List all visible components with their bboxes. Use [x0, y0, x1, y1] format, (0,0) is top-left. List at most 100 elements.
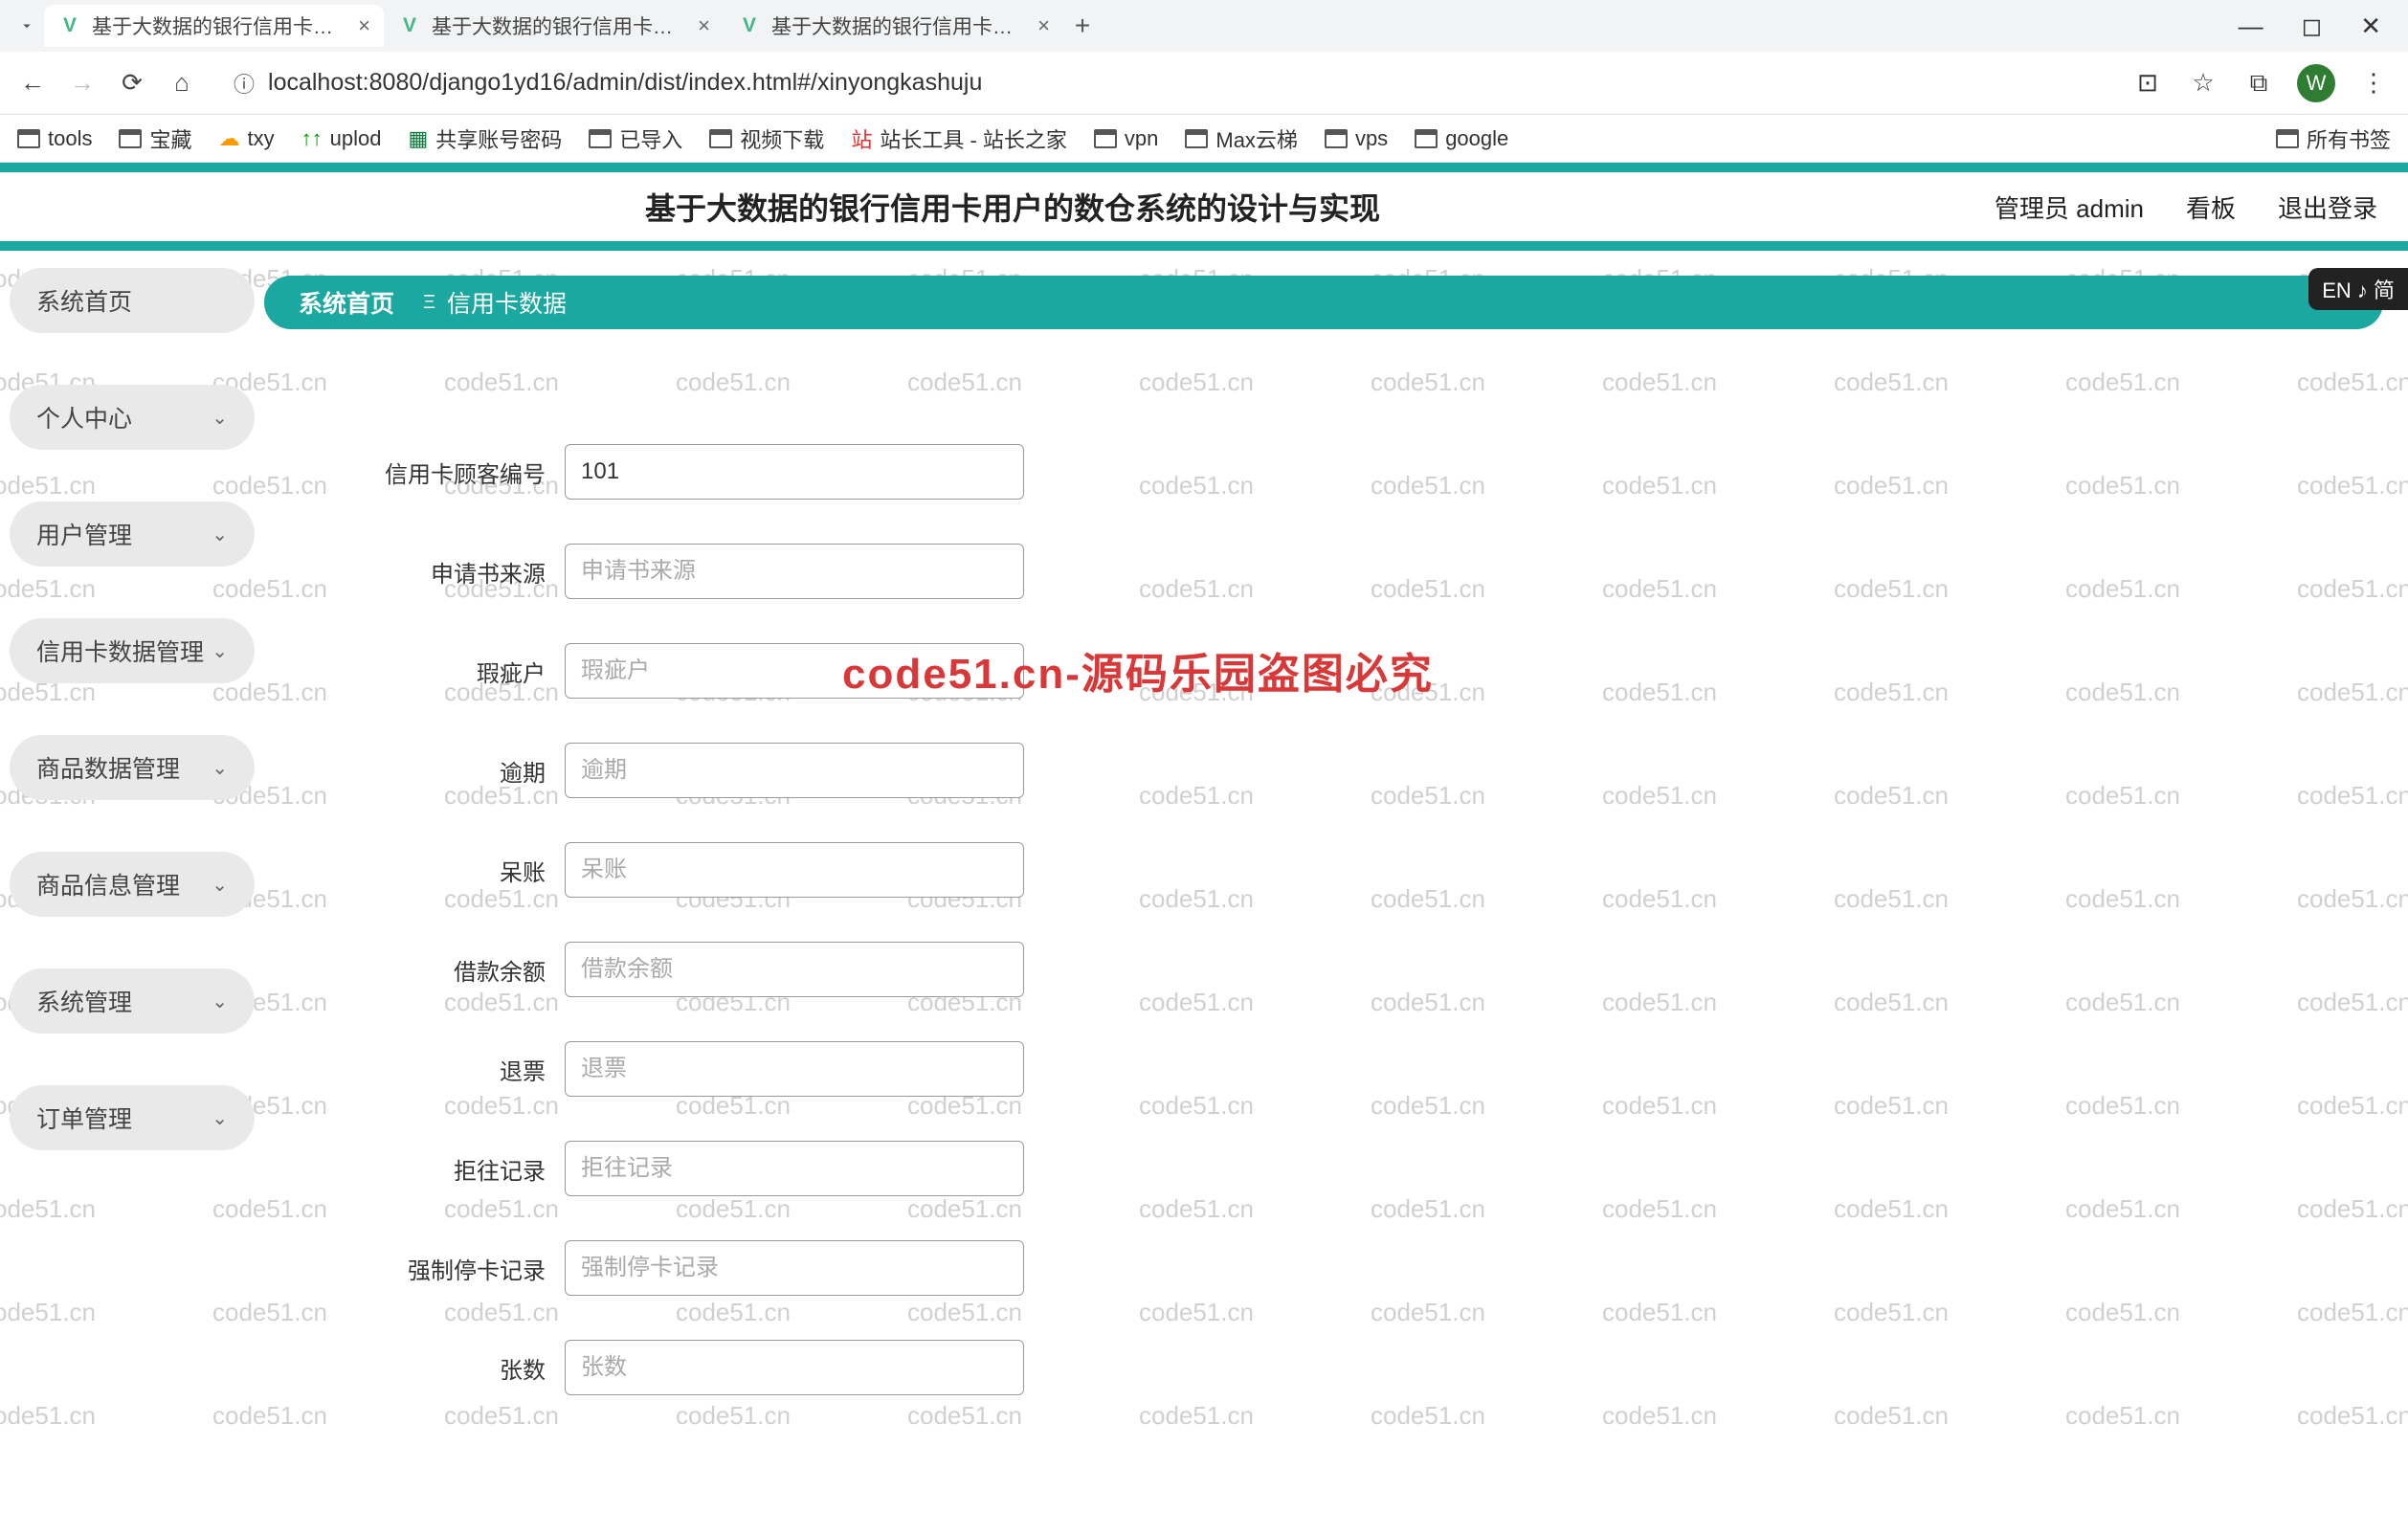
- maximize-icon[interactable]: ◻: [2302, 11, 2323, 41]
- overdue-input[interactable]: [565, 743, 1024, 798]
- customer-id-input[interactable]: [565, 444, 1024, 500]
- close-icon[interactable]: ×: [698, 13, 710, 38]
- forward-button[interactable]: →: [67, 68, 98, 99]
- bad-debt-input[interactable]: [565, 842, 1024, 898]
- back-button[interactable]: ←: [17, 68, 48, 99]
- star-icon[interactable]: ☆: [2186, 66, 2220, 100]
- bookmark-tools[interactable]: tools: [17, 126, 92, 151]
- defect-input[interactable]: [565, 643, 1024, 699]
- sidebar-item-label: 信用卡数据管理: [36, 634, 204, 668]
- vue-icon: V: [397, 13, 422, 38]
- sidebar-item-orders[interactable]: 订单管理 ⌄: [10, 1085, 255, 1150]
- admin-label[interactable]: 管理员 admin: [1995, 189, 2144, 225]
- bookmark-vps[interactable]: vps: [1325, 126, 1388, 151]
- browser-tabs: V 基于大数据的银行信用卡用户的 × V 基于大数据的银行信用卡用户的 × V …: [44, 0, 2239, 52]
- chevron-down-icon: ⌄: [212, 639, 228, 663]
- chevron-down-icon: ⌄: [212, 406, 228, 430]
- close-icon[interactable]: ×: [358, 13, 370, 38]
- bookmark-imported[interactable]: 已导入: [589, 123, 682, 154]
- upload-icon: ↑↑: [301, 126, 323, 151]
- reload-button[interactable]: ⟳: [117, 68, 147, 99]
- url-bar[interactable]: ⓘ localhost:8080/django1yd16/admin/dist/…: [216, 61, 2111, 105]
- sidebar-item-users[interactable]: 用户管理 ⌄: [10, 501, 255, 567]
- vue-icon: V: [737, 13, 762, 38]
- tab-search-dropdown[interactable]: [10, 17, 44, 34]
- url-text: localhost:8080/django1yd16/admin/dist/in…: [268, 69, 982, 97]
- main-wrap: 系统首页 个人中心 ⌄ 用户管理 ⌄ 信用卡数据管理 ⌄ 商品数据管理 ⌄ 商品…: [0, 251, 2408, 1439]
- folder-icon: [1094, 129, 1117, 148]
- bookmark-uplod[interactable]: ↑↑uplod: [301, 126, 382, 151]
- sidebar-item-label: 系统首页: [36, 283, 132, 318]
- browser-tab-2[interactable]: V 基于大数据的银行信用卡用户的 ×: [724, 5, 1063, 47]
- form-row-customer-id: 信用卡顾客编号: [264, 444, 2383, 500]
- bookmark-baozang[interactable]: 宝藏: [119, 123, 191, 154]
- form-row-source: 申请书来源: [264, 544, 2383, 599]
- close-window-icon[interactable]: ✕: [2360, 11, 2381, 41]
- field-label: 强制停卡记录: [264, 1252, 565, 1285]
- window-controls: — ◻ ✕: [2239, 11, 2381, 41]
- folder-icon: [589, 129, 612, 148]
- vue-icon: V: [57, 13, 82, 38]
- sidebar-item-product-info[interactable]: 商品信息管理 ⌄: [10, 852, 255, 917]
- bookmark-video[interactable]: 视频下载: [709, 123, 824, 154]
- bounce-input[interactable]: [565, 1041, 1024, 1097]
- force-stop-input[interactable]: [565, 1240, 1024, 1296]
- menu-icon[interactable]: ⋮: [2356, 66, 2391, 100]
- bookmark-shared[interactable]: ▦共享账号密码: [408, 123, 562, 154]
- avatar[interactable]: W: [2297, 64, 2335, 102]
- chevron-down-icon: ⌄: [212, 873, 228, 897]
- sidebar-item-product-data[interactable]: 商品数据管理 ⌄: [10, 735, 255, 800]
- folder-icon: [709, 129, 732, 148]
- sheet-icon: ▦: [408, 126, 428, 151]
- sidebar-item-credit-card[interactable]: 信用卡数据管理 ⌄: [10, 618, 255, 683]
- breadcrumb-separator-icon: Ξ: [423, 292, 435, 314]
- form-row-defect: 瑕疵户: [264, 643, 2383, 699]
- field-label: 退票: [264, 1053, 565, 1086]
- sidebar-item-profile[interactable]: 个人中心 ⌄: [10, 385, 255, 450]
- sidebar-item-system[interactable]: 系统管理 ⌄: [10, 968, 255, 1034]
- new-tab-button[interactable]: +: [1063, 11, 1102, 41]
- bookmark-zhanzhang[interactable]: 站站长工具 - 站长之家: [851, 123, 1067, 154]
- bookmark-max[interactable]: Max云梯: [1185, 123, 1298, 154]
- breadcrumb-home[interactable]: 系统首页: [299, 285, 394, 320]
- chevron-down-icon: ⌄: [212, 990, 228, 1013]
- bookmark-google[interactable]: google: [1415, 126, 1508, 151]
- folder-icon: [1185, 129, 1208, 148]
- loan-balance-input[interactable]: [565, 942, 1024, 997]
- browser-tabs-bar: V 基于大数据的银行信用卡用户的 × V 基于大数据的银行信用卡用户的 × V …: [0, 0, 2408, 52]
- tab-title: 基于大数据的银行信用卡用户的: [771, 11, 1028, 40]
- folder-icon: [1415, 129, 1438, 148]
- count-input[interactable]: [565, 1340, 1024, 1395]
- bookmark-vpn[interactable]: vpn: [1094, 126, 1158, 151]
- close-icon[interactable]: ×: [1037, 13, 1050, 38]
- logout-link[interactable]: 退出登录: [2278, 189, 2377, 225]
- form-row-reject: 拒往记录: [264, 1141, 2383, 1196]
- form-row-force-stop: 强制停卡记录: [264, 1240, 2383, 1296]
- bookmark-all[interactable]: 所有书签: [2276, 123, 2391, 154]
- site-icon: 站: [851, 123, 872, 154]
- field-label: 信用卡顾客编号: [264, 456, 565, 489]
- home-button[interactable]: ⌂: [167, 68, 197, 99]
- lens-icon[interactable]: ⊡: [2130, 66, 2165, 100]
- field-label: 借款余额: [264, 953, 565, 987]
- field-label: 申请书来源: [264, 555, 565, 589]
- bookmarks-bar: tools 宝藏 ☁txy ↑↑uplod ▦共享账号密码 已导入 视频下载 站…: [0, 115, 2408, 163]
- sidebar-item-home[interactable]: 系统首页: [10, 268, 255, 333]
- minimize-icon[interactable]: —: [2239, 11, 2263, 41]
- chevron-down-icon: ⌄: [212, 1106, 228, 1130]
- language-badge[interactable]: EN ♪ 简: [2308, 268, 2408, 310]
- reject-input[interactable]: [565, 1141, 1024, 1196]
- source-input[interactable]: [565, 544, 1024, 599]
- folder-icon: [119, 129, 142, 148]
- teal-divider-mid: [0, 241, 2408, 251]
- browser-tab-0[interactable]: V 基于大数据的银行信用卡用户的 ×: [44, 5, 384, 47]
- browser-tab-1[interactable]: V 基于大数据的银行信用卡用户的 ×: [384, 5, 724, 47]
- bookmark-txy[interactable]: ☁txy: [219, 126, 275, 151]
- site-info-icon[interactable]: ⓘ: [234, 68, 255, 99]
- field-label: 张数: [264, 1351, 565, 1385]
- form-row-loan-balance: 借款余额: [264, 942, 2383, 997]
- dashboard-link[interactable]: 看板: [2186, 189, 2236, 225]
- extensions-icon[interactable]: ⧉: [2241, 66, 2276, 100]
- breadcrumb: 系统首页 Ξ 信用卡数据: [264, 276, 2383, 329]
- folder-icon: [17, 129, 40, 148]
